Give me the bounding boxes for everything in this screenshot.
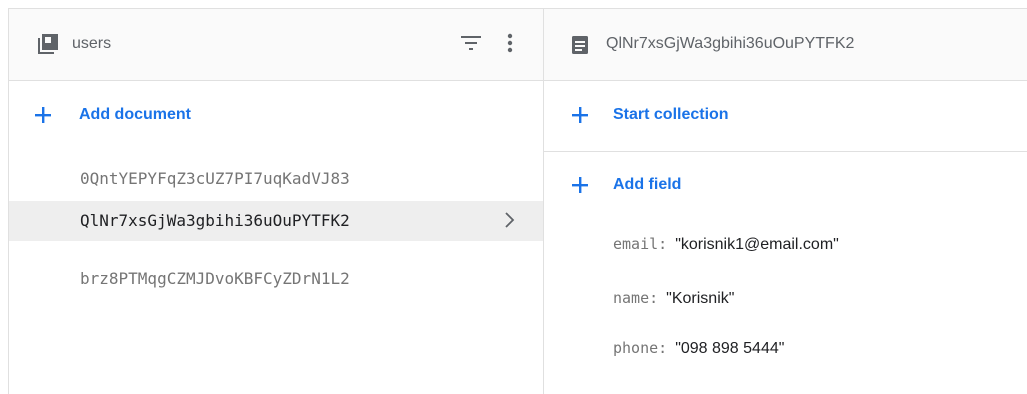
- field-colon: :: [658, 235, 668, 253]
- document-list-item-selected[interactable]: QlNr7xsGjWa3gbihi36uOuPYTFK2: [9, 201, 543, 241]
- field-value: "Korisnik": [666, 290, 735, 307]
- plus-icon: [570, 175, 590, 195]
- document-header: QlNr7xsGjWa3gbihi36uOuPYTFK2: [544, 9, 1027, 81]
- field-row-email[interactable]: email: "korisnik1@email.com": [613, 235, 839, 254]
- plus-icon: [570, 105, 590, 125]
- add-document-button[interactable]: Add document: [33, 105, 293, 145]
- plus-icon: [33, 105, 53, 125]
- field-value: "korisnik1@email.com": [675, 236, 839, 253]
- field-row-phone[interactable]: phone: "098 898 5444": [613, 339, 784, 358]
- field-row-name[interactable]: name: "Korisnik": [613, 289, 734, 308]
- field-key: name: [613, 289, 650, 307]
- section-divider: [544, 151, 1027, 152]
- more-vert-icon[interactable]: [507, 33, 513, 58]
- start-collection-label: Start collection: [613, 106, 729, 123]
- field-key: email: [613, 235, 659, 253]
- add-field-label: Add field: [613, 176, 682, 193]
- field-colon: :: [658, 339, 668, 357]
- field-value: "098 898 5444": [675, 340, 785, 357]
- field-key: phone: [613, 339, 659, 357]
- field-colon: :: [649, 289, 659, 307]
- collection-icon: [36, 34, 58, 59]
- collection-header: users: [9, 9, 543, 81]
- document-id: QlNr7xsGjWa3gbihi36uOuPYTFK2: [80, 211, 350, 230]
- document-list-item[interactable]: 0QntYEPYFqZ3cUZ7PI7uqKadVJ83: [9, 159, 543, 199]
- document-icon: [572, 36, 588, 59]
- document-id: 0QntYEPYFqZ3cUZ7PI7uqKadVJ83: [80, 169, 350, 188]
- document-id: brz8PTMqgCZMJDvoKBFCyZDrN1L2: [80, 269, 350, 288]
- add-document-label: Add document: [79, 106, 191, 123]
- document-title: QlNr7xsGjWa3gbihi36uOuPYTFK2: [606, 35, 855, 52]
- filter-icon[interactable]: [461, 36, 481, 55]
- collection-panel: users Add document 0QntYEPYFqZ3cUZ7PI7uq…: [9, 9, 543, 394]
- document-panel: QlNr7xsGjWa3gbihi36uOuPYTFK2 Start colle…: [544, 9, 1027, 394]
- document-list-item[interactable]: brz8PTMqgCZMJDvoKBFCyZDrN1L2: [9, 259, 543, 299]
- chevron-right-icon: [503, 212, 517, 228]
- add-field-button[interactable]: Add field: [570, 175, 790, 215]
- start-collection-button[interactable]: Start collection: [570, 105, 830, 145]
- collection-title: users: [72, 35, 112, 52]
